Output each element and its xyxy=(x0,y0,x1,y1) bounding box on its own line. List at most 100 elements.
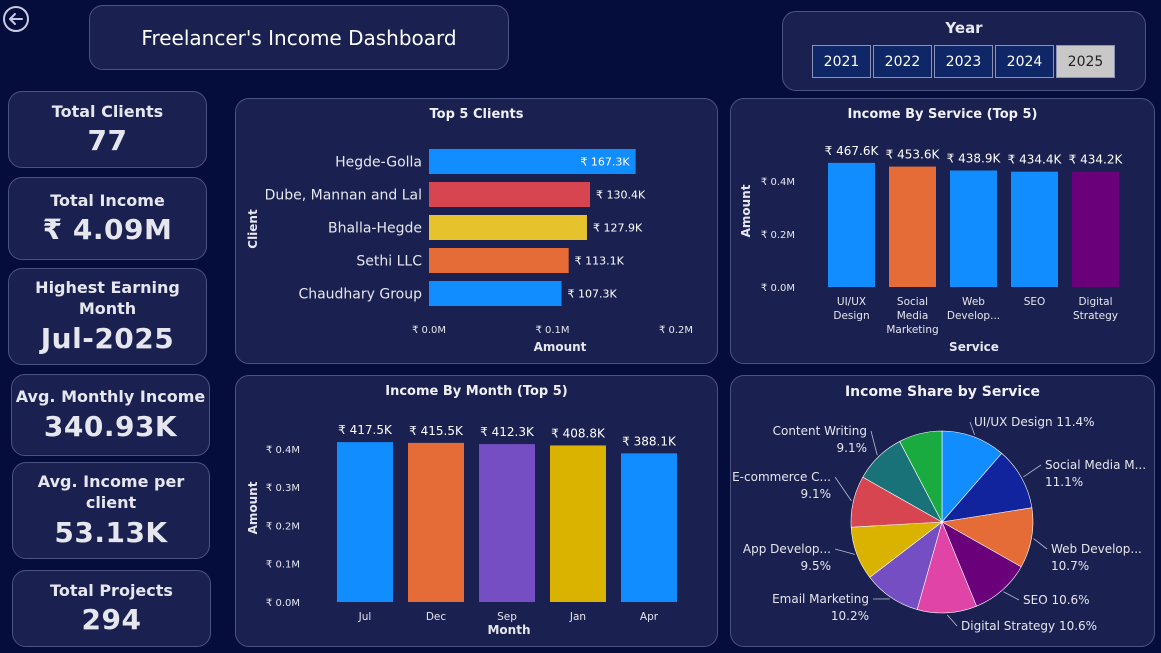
category-tick-label: Develop... xyxy=(947,310,1000,322)
bar-data-label: ₹ 412.3K xyxy=(480,425,535,439)
bar xyxy=(479,444,535,602)
client-bar xyxy=(429,248,569,273)
bar-data-label: ₹ 453.6K xyxy=(886,148,941,162)
service-income-chart: ₹ 0.0M ₹ 0.2M ₹ 0.4M ₹ 467.6K UI/UX Design ₹ 4… xyxy=(739,144,1123,354)
kpi-label: Total Clients xyxy=(51,101,164,121)
client-data-label: ₹ 130.4K xyxy=(596,189,646,202)
category-tick-label: Web xyxy=(962,296,985,308)
category-tick-label: UI/UX xyxy=(837,296,866,308)
pie-slice-label: SEO 10.6% xyxy=(1023,593,1090,607)
kpi-card-total-clients: Total Clients 77 xyxy=(8,91,207,168)
pie-leader-line xyxy=(1023,464,1042,478)
y-tick-label: ₹ 0.3M xyxy=(266,483,300,494)
pie-slice-label: Web Develop... xyxy=(1051,542,1142,556)
kpi-value: Jul-2025 xyxy=(40,321,175,355)
year-slicer: Year 2021 2022 2023 2024 2025 xyxy=(782,11,1146,91)
month-income-chart: ₹ 0.0M ₹ 0.1M ₹ 0.2M ₹ 0.3M ₹ 0.4M ₹ 417.5K Ju… xyxy=(246,423,677,637)
kpi-card-total-projects: Total Projects 294 xyxy=(12,570,211,647)
pie-slice-label: Social Media M... xyxy=(1045,458,1146,472)
service-share-chart-card: Income Share by Service UI/UX Design 11.… xyxy=(730,375,1155,647)
pie-slice-label: Content Writing xyxy=(773,424,867,438)
y-axis-title: Amount xyxy=(246,481,260,534)
client-tick-label: Hegde-Golla xyxy=(335,155,422,171)
client-tick-label: Sethi LLC xyxy=(356,254,422,270)
kpi-card-total-income: Total Income ₹ 4.09M xyxy=(8,177,207,260)
category-tick-label: Apr xyxy=(640,611,659,623)
category-tick-label: Social xyxy=(897,296,928,308)
pie-slice-label: Email Marketing xyxy=(772,592,869,606)
bar xyxy=(889,166,936,287)
bar xyxy=(950,170,997,287)
kpi-card-avg-monthly-income: Avg. Monthly Income 340.93K xyxy=(11,374,210,456)
y-tick-label: ₹ 0.2M xyxy=(266,521,300,532)
pie-leader-line xyxy=(834,476,852,502)
x-axis-title: Month xyxy=(487,623,530,637)
pie-slice-label: 9.1% xyxy=(801,487,832,501)
bar-data-label: ₹ 434.4K xyxy=(1008,153,1063,167)
kpi-label: Highest Earning Month xyxy=(35,278,180,318)
pie-slice-label: 10.7% xyxy=(1051,559,1089,573)
kpi-value: 294 xyxy=(81,603,142,637)
y-axis-title: Amount xyxy=(739,184,753,237)
y-tick-label: ₹ 0.1M xyxy=(266,560,300,571)
category-tick-label: Digital xyxy=(1078,296,1112,308)
bar-data-label: ₹ 417.5K xyxy=(338,423,393,437)
bar-data-label: ₹ 438.9K xyxy=(947,151,1002,165)
kpi-label: Total Income xyxy=(50,190,165,210)
pie-slice-label: 11.1% xyxy=(1045,475,1083,489)
bar xyxy=(408,442,464,602)
category-tick-label: Marketing xyxy=(886,324,938,336)
pie-slice-label: 10.2% xyxy=(831,609,869,623)
client-data-label: ₹ 167.3K xyxy=(580,156,630,169)
client-bar xyxy=(429,182,591,207)
client-bar xyxy=(429,281,562,306)
year-button-2022[interactable]: 2022 xyxy=(873,45,932,78)
bar-data-label: ₹ 467.6K xyxy=(825,144,880,158)
bar-data-label: ₹ 415.5K xyxy=(409,424,464,438)
year-button-2025[interactable]: 2025 xyxy=(1056,45,1115,78)
pie-slice-label: 9.5% xyxy=(801,559,832,573)
year-button-2024[interactable]: 2024 xyxy=(995,45,1054,78)
y-tick-label: ₹ 0.4M xyxy=(266,445,300,456)
bar xyxy=(828,162,875,287)
month-income-chart-card: Income By Month (Top 5) ₹ 0.0M ₹ 0.1M ₹ 0.… xyxy=(235,375,718,647)
pie-leader-line xyxy=(1003,591,1020,601)
pie-leader-line xyxy=(870,430,878,456)
service-share-pie-chart: UI/UX Design 11.4% Social Media M... 11.1%… xyxy=(732,415,1146,633)
top-clients-chart: Hegde-Golla ₹ 167.3K Dube, Mannan and Lal ₹… xyxy=(246,149,693,354)
bar-data-label: ₹ 388.1K xyxy=(622,434,677,448)
bar xyxy=(621,453,677,602)
client-tick-label: Chaudhary Group xyxy=(298,287,422,303)
pie-slice-label: Digital Strategy 10.6% xyxy=(961,619,1097,633)
kpi-label: Total Projects xyxy=(50,580,173,600)
back-arrow-icon[interactable] xyxy=(2,5,30,33)
client-data-label: ₹ 127.9K xyxy=(593,222,643,235)
dashboard-title: Freelancer's Income Dashboard xyxy=(141,25,457,50)
category-tick-label: Strategy xyxy=(1073,310,1118,322)
dashboard-title-card: Freelancer's Income Dashboard xyxy=(89,5,509,70)
client-tick-label: Dube, Mannan and Lal xyxy=(265,188,422,204)
category-tick-label: Jul xyxy=(358,611,372,623)
client-tick-label: Bhalla-Hegde xyxy=(328,221,422,237)
pie-leader-line xyxy=(946,614,958,627)
kpi-value: 340.93K xyxy=(43,409,178,443)
bar xyxy=(1011,171,1058,287)
top-clients-chart-card: Top 5 Clients Hegde-Golla ₹ 167.3K Dube, M… xyxy=(235,98,718,364)
kpi-label: Avg. Monthly Income xyxy=(15,387,206,407)
client-bar xyxy=(429,215,587,240)
service-income-chart-card: Income By Service (Top 5) ₹ 0.0M ₹ 0.2M ₹ … xyxy=(730,98,1155,364)
bar xyxy=(337,442,393,602)
bar xyxy=(1072,171,1119,287)
x-tick-label: ₹ 0.2M xyxy=(659,325,693,336)
kpi-label: Avg. Income per client xyxy=(37,472,185,512)
year-button-2023[interactable]: 2023 xyxy=(934,45,993,78)
year-button-group: 2021 2022 2023 2024 2025 xyxy=(812,45,1115,78)
pie-slice-label: UI/UX Design 11.4% xyxy=(974,415,1095,429)
year-button-2021[interactable]: 2021 xyxy=(812,45,871,78)
category-tick-label: Sep xyxy=(497,611,517,623)
kpi-card-avg-income-per-client: Avg. Income per client 53.13K xyxy=(12,462,210,559)
pie-leader-line xyxy=(1033,538,1048,550)
y-axis-title: Client xyxy=(246,209,260,249)
client-data-label: ₹ 107.3K xyxy=(568,288,618,301)
x-tick-label: ₹ 0.1M xyxy=(535,325,569,336)
